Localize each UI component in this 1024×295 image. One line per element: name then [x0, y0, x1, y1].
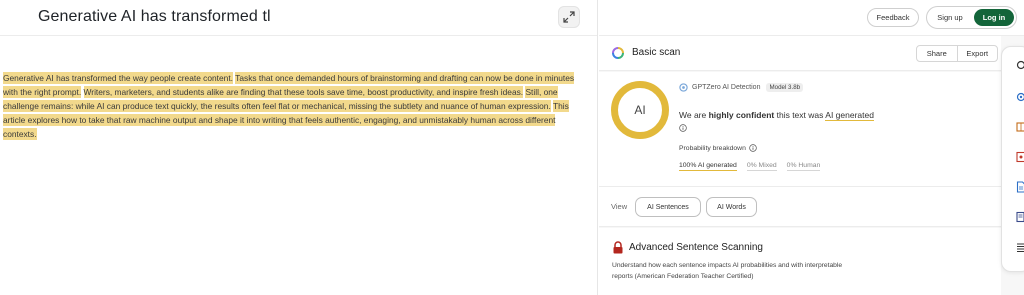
document-header: Generative AI has transformed tl [0, 0, 597, 36]
scan-logo-icon [612, 47, 624, 59]
login-button[interactable]: Log in [974, 9, 1014, 26]
scan-header: Basic scan Share Export [599, 36, 1001, 71]
model-badge: Model 3.8b [766, 83, 804, 92]
target-icon[interactable] [1016, 91, 1024, 103]
side-toolbar [1001, 46, 1024, 272]
export-button[interactable]: Export [956, 46, 998, 61]
highlighted-sentence[interactable]: Writers, marketers, and students alike a… [83, 86, 524, 98]
ai-sentences-button[interactable]: AI Sentences [635, 197, 701, 217]
ai-score-ring: AI [611, 81, 669, 139]
editor-pane: Generative AI has transformed tl Generat… [0, 0, 598, 295]
info-icon[interactable] [679, 124, 687, 132]
breakdown-info-icon[interactable] [749, 144, 757, 152]
ai-words-button[interactable]: AI Words [706, 197, 757, 217]
detection-logo-icon [679, 83, 688, 92]
probability-row: 100% AI generated 0% Mixed 0% Human [679, 162, 821, 171]
view-label: View [611, 202, 628, 211]
lock-icon [613, 241, 623, 254]
grid-icon[interactable] [1016, 121, 1024, 133]
view-row: View AI Sentences AI Words [599, 187, 1001, 227]
document-body[interactable]: Generative AI has transformed the way pe… [3, 71, 583, 141]
detection-row: GPTZero AI Detection Model 3.8b [679, 83, 804, 92]
verdict-prefix: We are [679, 110, 709, 120]
advanced-title: Advanced Sentence Scanning [629, 242, 763, 253]
expand-icon [563, 11, 575, 23]
auth-group: Sign up Log in [926, 6, 1017, 29]
document-title[interactable]: Generative AI has transformed tl [38, 8, 271, 26]
probability-breakdown-title: Probability breakdown [679, 144, 757, 152]
prob-ai-generated[interactable]: 100% AI generated [679, 162, 737, 171]
result-card: AI GPTZero AI Detection Model 3.8b We ar… [599, 72, 1001, 187]
signup-button[interactable]: Sign up [930, 10, 970, 25]
advanced-description: Understand how each sentence impacts AI … [612, 262, 843, 280]
share-export-group: Share Export [916, 45, 998, 62]
prob-human[interactable]: 0% Human [786, 162, 821, 171]
prob-mixed[interactable]: 0% Mixed [746, 162, 777, 171]
share-button[interactable]: Share [917, 46, 957, 61]
document-icon[interactable] [1016, 181, 1024, 193]
edit-document-icon[interactable] [1016, 211, 1024, 223]
list-icon[interactable] [1016, 241, 1024, 253]
breakdown-title-text: Probability breakdown [679, 144, 746, 152]
advanced-scanning-section: Advanced Sentence Scanning Understand ho… [599, 228, 1001, 295]
report-icon[interactable] [1016, 151, 1024, 163]
verdict-result: AI generated [825, 110, 874, 121]
scan-title: Basic scan [632, 47, 681, 58]
ai-score-label: AI [634, 103, 646, 117]
detection-label: GPTZero AI Detection [692, 84, 761, 91]
highlighted-sentence[interactable]: Generative AI has transformed the way pe… [3, 72, 233, 84]
feedback-button[interactable]: Feedback [867, 8, 919, 27]
verdict-confidence: highly confident [708, 110, 775, 120]
verdict-middle: this text was [774, 110, 826, 120]
top-bar: Feedback Sign up Log in [599, 0, 1024, 36]
results-pane: Feedback Sign up Log in Basic scan Share… [599, 0, 1024, 295]
search-icon[interactable] [1016, 59, 1024, 71]
verdict-text: We are highly confident this text was AI… [679, 110, 874, 121]
expand-button[interactable] [558, 6, 580, 28]
